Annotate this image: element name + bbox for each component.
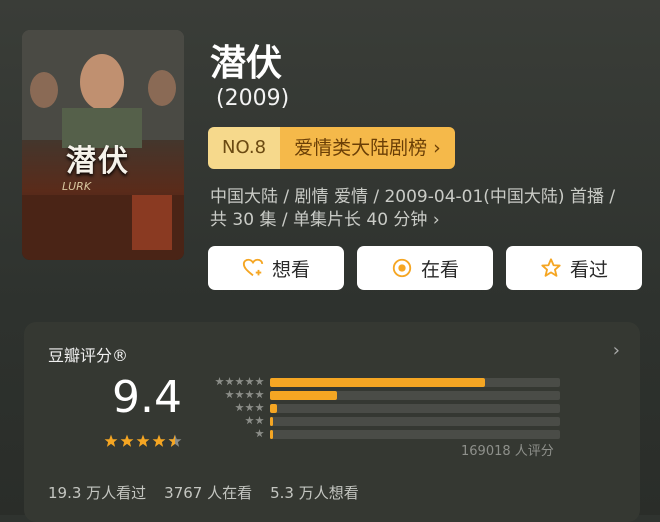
- dist-stars-5: [206, 377, 264, 386]
- star-full-icon: [136, 434, 150, 447]
- rater-count: 169018 人评分: [461, 444, 554, 459]
- dist-stars-1: [206, 429, 264, 438]
- heart-plus-icon: [242, 258, 264, 277]
- chevron-right-icon: ›: [612, 340, 620, 361]
- rank-badge[interactable]: NO.8 爱情类大陆剧榜 ›: [208, 127, 455, 169]
- star-icon: [541, 258, 561, 277]
- meta-line-2: 共 30 集 / 单集片长 40 分钟 ›: [210, 210, 440, 230]
- dist-bar-2: [270, 417, 273, 426]
- rank-list-label: 爱情类大陆剧榜: [294, 137, 428, 159]
- stat-want: 5.3 万人想看: [270, 484, 359, 502]
- poster-subtitle: LURK: [62, 180, 92, 193]
- release-year: (2009): [216, 86, 290, 111]
- rating-card[interactable]: 豆瓣评分® › 9.4 169018 人评分 19.3 万人看过 3767 人在…: [24, 322, 640, 522]
- stat-watching: 3767 人在看: [164, 484, 253, 502]
- star-full-icon: [104, 434, 118, 447]
- star-full-icon: [120, 434, 134, 447]
- dist-stars-2: [206, 416, 264, 425]
- rating-label: 豆瓣评分®: [48, 346, 129, 365]
- movie-detail-page: 潜伏 LURK 潜伏 (2009) NO.8 爱情类大陆剧榜 › 中国大陆 / …: [0, 0, 660, 522]
- dist-bar-1: [270, 430, 273, 439]
- watched-label: 看过: [569, 258, 608, 281]
- watching-label: 在看: [420, 258, 459, 281]
- rank-number: NO.8: [208, 127, 281, 169]
- movie-meta[interactable]: 中国大陆 / 剧情 爱情 / 2009-04-01(中国大陆) 首播 / 共 3…: [210, 186, 640, 232]
- watching-button[interactable]: 在看: [357, 246, 493, 290]
- dist-bar-5: [270, 378, 485, 387]
- star-half-icon: [168, 434, 182, 447]
- dist-stars-4: [206, 390, 264, 399]
- audience-stats: 19.3 万人看过 3767 人在看 5.3 万人想看: [48, 482, 359, 503]
- target-icon: [392, 258, 412, 278]
- dist-bar-3: [270, 404, 278, 413]
- meta-line-1: 中国大陆 / 剧情 爱情 / 2009-04-01(中国大陆) 首播 /: [210, 187, 616, 207]
- dist-stars-3: [206, 403, 264, 412]
- rating-score: 9.4: [112, 372, 182, 423]
- want-button[interactable]: 想看: [208, 246, 344, 290]
- rank-list-name: 爱情类大陆剧榜 ›: [280, 127, 455, 169]
- watched-button[interactable]: 看过: [506, 246, 642, 290]
- page-title: 潜伏: [210, 43, 283, 84]
- chevron-right-icon: ›: [433, 137, 441, 159]
- stat-watched: 19.3 万人看过: [48, 484, 147, 502]
- dist-bar-4: [270, 391, 337, 400]
- poster-image[interactable]: 潜伏 LURK: [22, 30, 184, 260]
- poster-title: 潜伏: [66, 144, 130, 179]
- rating-stars: [104, 434, 182, 448]
- star-full-icon: [152, 434, 166, 447]
- want-label: 想看: [271, 258, 310, 281]
